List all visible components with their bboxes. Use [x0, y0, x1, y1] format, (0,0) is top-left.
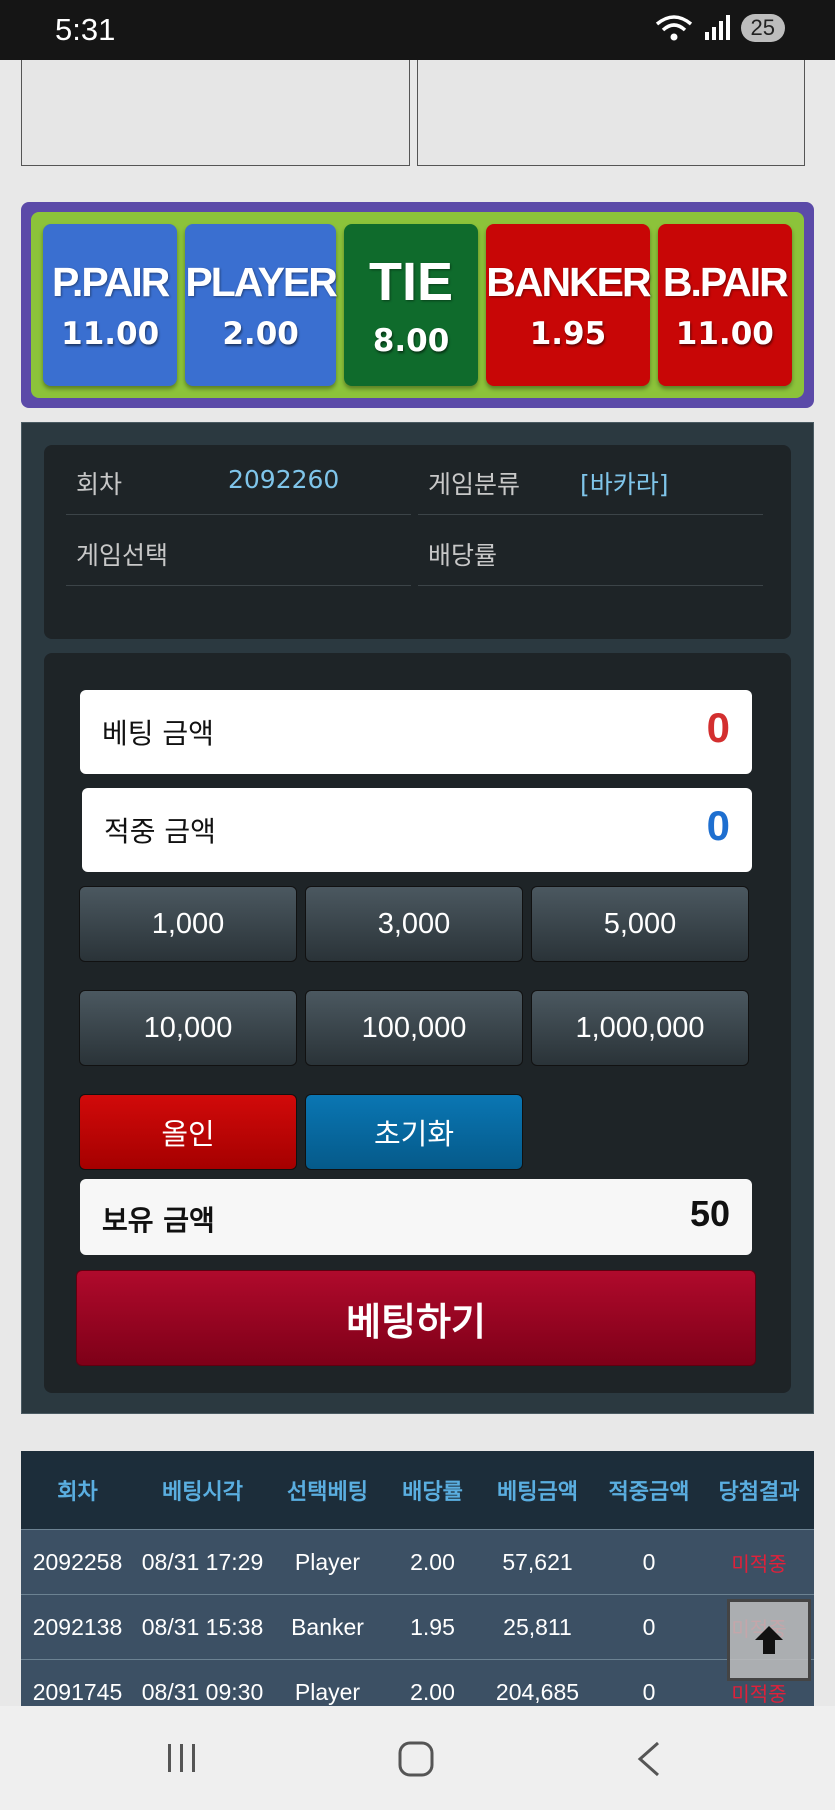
chip-100000-button[interactable]: 100,000 — [305, 990, 523, 1066]
header-win-amount: 적중금액 — [608, 1480, 690, 1505]
bet-option-player[interactable]: PLAYER 2.00 — [185, 224, 338, 386]
info-row: 회차 2092260 게임분류 [바카라] — [66, 445, 763, 515]
chip-1000000-button[interactable]: 1,000,000 — [531, 990, 749, 1066]
table-header: 회차 베팅시각 선택베팅 배당률 베팅금액 적중금액 당첨결과 — [21, 1451, 814, 1529]
win-amount-field: 적중 금액 0 — [82, 788, 752, 872]
bet-option-odd: 1.95 — [529, 315, 607, 352]
chip-3000-button[interactable]: 3,000 — [305, 886, 523, 962]
status-icons: 25 — [655, 14, 785, 42]
battery-icon: 25 — [740, 14, 785, 42]
place-bet-button[interactable]: 베팅하기 — [76, 1270, 756, 1366]
bet-option-name: B.PAIR — [662, 258, 789, 305]
bet-option-name: PLAYER — [185, 258, 338, 305]
scroll-to-top-button[interactable] — [727, 1599, 811, 1681]
video-box-right — [417, 60, 805, 166]
bet-option-name: P.PAIR — [51, 258, 170, 305]
category-value: [바카라] — [580, 470, 669, 499]
system-nav-bar — [0, 1706, 835, 1810]
win-amount-value: 0 — [706, 802, 730, 849]
bet-option-name: TIE — [369, 252, 454, 312]
cell-result: 미적중 — [731, 1551, 787, 1576]
bet-option-banker[interactable]: BANKER 1.95 — [486, 224, 652, 386]
arrow-up-icon — [755, 1626, 783, 1654]
cell-choice: Player — [294, 1548, 361, 1575]
info-cell-odds: 배당률 — [418, 516, 763, 586]
back-icon[interactable] — [634, 1740, 664, 1778]
reset-button[interactable]: 초기화 — [305, 1094, 523, 1170]
header-choice: 선택베팅 — [287, 1480, 368, 1505]
cell-time: 08/31 09:30 — [141, 1678, 264, 1705]
video-area — [21, 60, 805, 168]
selection-label: 게임선택 — [76, 541, 169, 570]
bet-option-b-pair[interactable]: B.PAIR 11.00 — [657, 224, 792, 386]
cell-bet-amount: 25,811 — [503, 1613, 572, 1640]
bet-selector: P.PAIR 11.00 PLAYER 2.00 TIE 8.00 BANKER… — [21, 202, 814, 408]
betting-form: 베팅 금액 0 적중 금액 0 1,000 3,000 5,000 10,000… — [44, 653, 791, 1393]
table-row[interactable]: 2092138 08/31 15:38 Banker 1.95 25,811 0… — [21, 1594, 814, 1659]
bet-option-odd: 2.00 — [222, 315, 299, 352]
cell-bet-amount: 204,685 — [495, 1678, 580, 1705]
bet-option-name: BANKER — [486, 258, 651, 305]
cell-result: 미적중 — [731, 1681, 787, 1706]
chip-5000-button[interactable]: 5,000 — [531, 886, 749, 962]
bet-amount-value: 0 — [706, 704, 730, 751]
table-row[interactable]: 2091745 08/31 09:30 Player 2.00 204,685 … — [21, 1659, 814, 1706]
video-box-left — [21, 60, 410, 166]
cell-round: 2092138 — [32, 1613, 123, 1640]
all-in-button[interactable]: 올인 — [79, 1094, 297, 1170]
cell-choice: Player — [294, 1678, 361, 1705]
cell-time: 08/31 17:29 — [141, 1548, 264, 1575]
cell-time: 08/31 15:38 — [141, 1613, 264, 1640]
bet-option-tie[interactable]: TIE 8.00 — [343, 224, 479, 386]
chip-10000-button[interactable]: 10,000 — [79, 990, 297, 1066]
bet-option-odd: 11.00 — [61, 315, 160, 352]
bet-amount-label: 베팅 금액 — [102, 717, 214, 750]
cell-odds: 2.00 — [410, 1678, 455, 1705]
cell-round: 2091745 — [32, 1678, 123, 1705]
header-time: 베팅시각 — [162, 1480, 243, 1505]
header-bet-amount: 베팅금액 — [497, 1480, 578, 1505]
bet-option-odd: 11.00 — [675, 315, 774, 352]
bet-amount-field: 베팅 금액 0 — [80, 690, 752, 774]
home-icon[interactable] — [397, 1740, 435, 1778]
balance-field: 보유 금액 50 — [80, 1179, 752, 1255]
header-result: 당첨결과 — [718, 1480, 800, 1505]
balance-value: 50 — [689, 1193, 730, 1234]
game-info: 회차 2092260 게임분류 [바카라] 게임선택 배당률 — [44, 445, 791, 639]
category-label: 게임분류 — [428, 470, 521, 499]
status-bar: 5:31 25 — [0, 0, 835, 60]
recent-apps-icon[interactable] — [164, 1740, 200, 1776]
bet-selector-inner: P.PAIR 11.00 PLAYER 2.00 TIE 8.00 BANKER… — [31, 212, 804, 398]
bet-option-p-pair[interactable]: P.PAIR 11.00 — [43, 224, 178, 386]
bet-history-table: 회차 베팅시각 선택베팅 배당률 베팅금액 적중금액 당첨결과 2092258 … — [21, 1451, 814, 1706]
balance-label: 보유 금액 — [102, 1204, 215, 1237]
bet-option-odd: 8.00 — [372, 323, 450, 359]
header-round: 회차 — [57, 1480, 98, 1505]
cell-bet-amount: 57,621 — [502, 1548, 573, 1575]
round-value: 2092260 — [228, 465, 340, 494]
cell-round: 2092258 — [32, 1548, 123, 1575]
cell-win-amount: 0 — [642, 1548, 656, 1575]
round-label: 회차 — [76, 470, 123, 499]
signal-icon — [704, 15, 730, 40]
cell-win-amount: 0 — [642, 1613, 656, 1640]
cell-odds: 2.00 — [410, 1548, 455, 1575]
chip-1000-button[interactable]: 1,000 — [79, 886, 297, 962]
cell-win-amount: 0 — [642, 1678, 656, 1705]
win-amount-label: 적중 금액 — [104, 815, 216, 848]
info-row: 게임선택 배당률 — [66, 516, 763, 586]
wifi-icon — [655, 15, 692, 41]
odds-label: 배당률 — [428, 541, 498, 570]
cell-choice: Banker — [291, 1613, 364, 1640]
info-cell-round: 회차 2092260 — [66, 445, 411, 515]
status-time: 5:31 — [55, 12, 116, 47]
bet-panel: 회차 2092260 게임분류 [바카라] 게임선택 배당률 베팅 금액 0 적… — [21, 422, 814, 1414]
cell-odds: 1.95 — [410, 1613, 455, 1640]
table-row[interactable]: 2092258 08/31 17:29 Player 2.00 57,621 0… — [21, 1529, 814, 1594]
info-cell-selection: 게임선택 — [66, 516, 411, 586]
info-cell-category: 게임분류 [바카라] — [418, 445, 763, 515]
header-odds: 배당률 — [402, 1480, 463, 1505]
